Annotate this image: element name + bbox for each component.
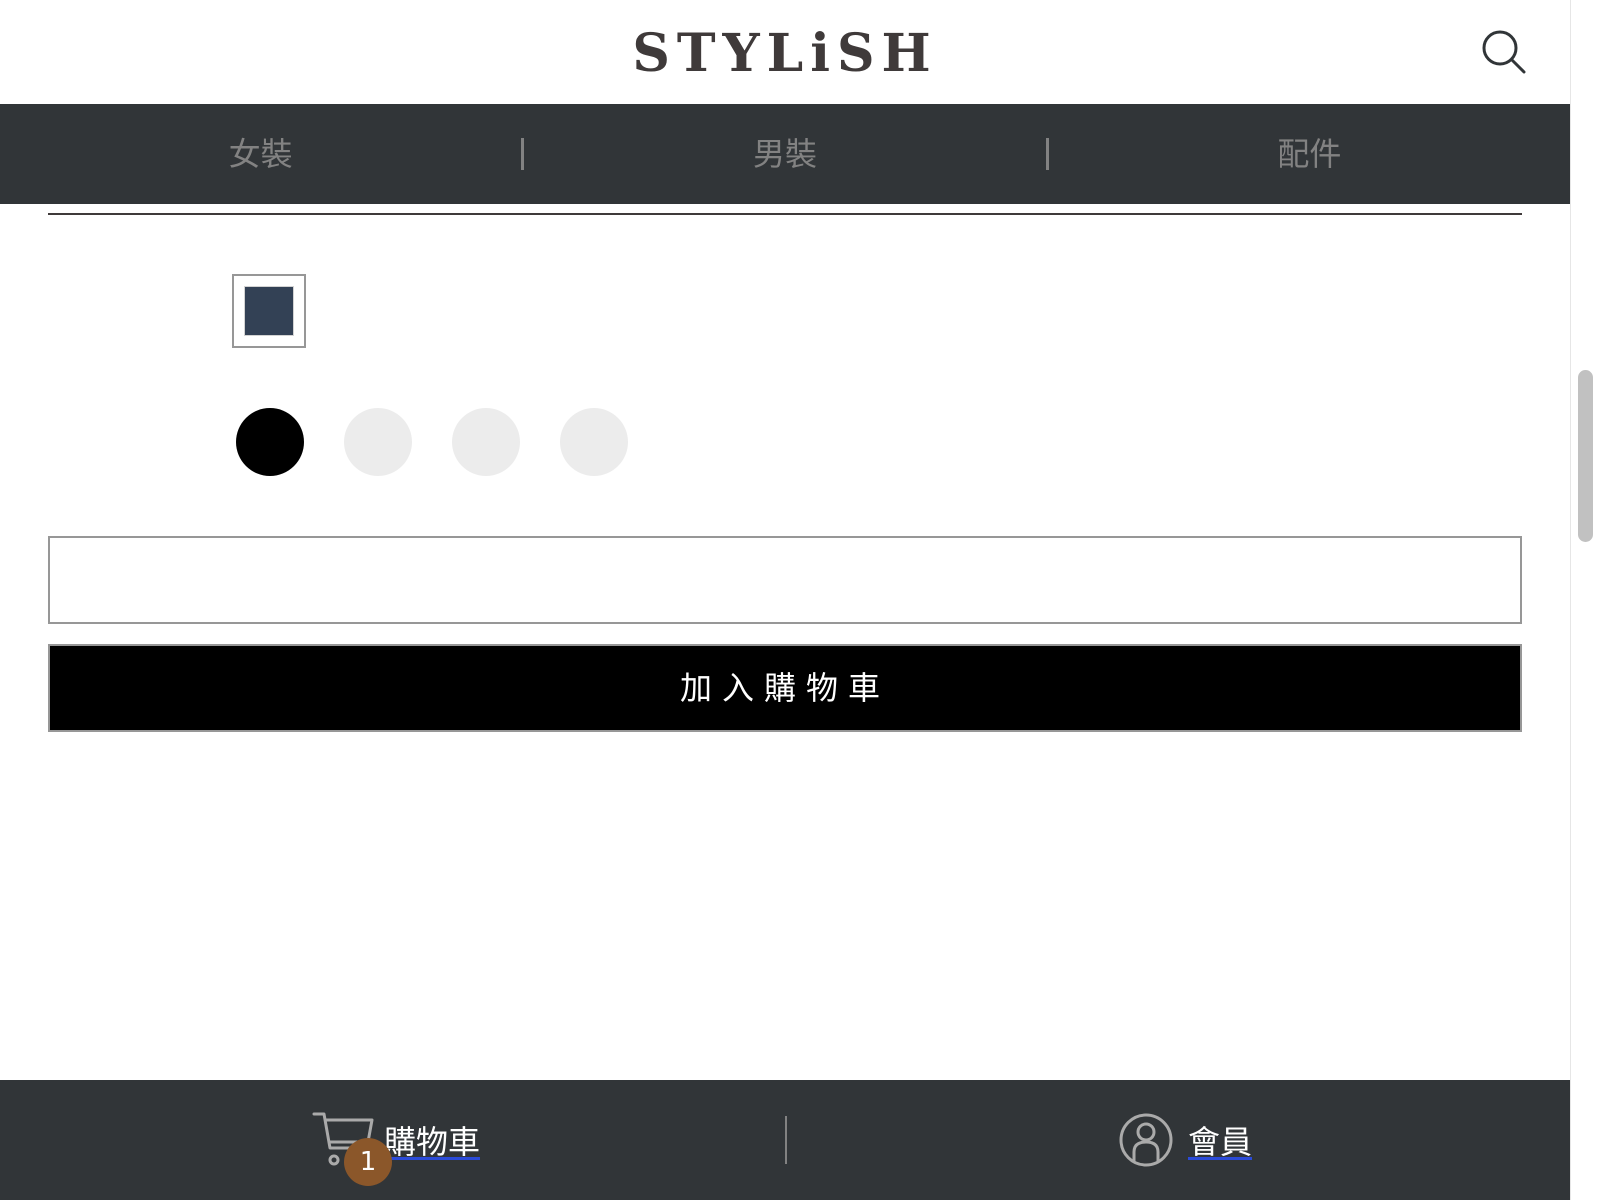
search-icon[interactable] — [1480, 28, 1528, 76]
size-option[interactable] — [344, 408, 412, 476]
member-icon — [1119, 1113, 1173, 1167]
size-option[interactable] — [236, 408, 304, 476]
color-swatch — [244, 286, 294, 336]
cart-count-badge: 1 — [344, 1138, 392, 1186]
content-divider — [48, 213, 1522, 215]
color-option-selected[interactable] — [232, 274, 306, 348]
quantity-input[interactable] — [48, 536, 1522, 624]
viewport: STYLiSH 女裝 男裝 配件 加入購物車 1 購物車 會員 — [0, 0, 1570, 1200]
bottom-bar-separator — [785, 1116, 787, 1164]
add-to-cart-button[interactable]: 加入購物車 — [48, 644, 1522, 732]
page: STYLiSH 女裝 男裝 配件 加入購物車 1 購物車 會員 — [0, 0, 1600, 1200]
size-option[interactable] — [560, 408, 628, 476]
scrollbar-thumb[interactable] — [1578, 370, 1593, 542]
stylish-logo[interactable]: STYLiSH — [0, 24, 1570, 84]
category-accessories[interactable]: 配件 — [1049, 104, 1570, 204]
cart-link[interactable]: 1 購物車 — [312, 1108, 480, 1186]
size-options — [236, 408, 668, 476]
size-option[interactable] — [452, 408, 520, 476]
bottom-bar: 1 購物車 會員 — [0, 1080, 1570, 1200]
site-header: STYLiSH — [0, 0, 1570, 104]
category-men[interactable]: 男裝 — [524, 104, 1045, 204]
category-women[interactable]: 女裝 — [0, 104, 521, 204]
member-label[interactable]: 會員 — [1188, 1117, 1252, 1163]
cart-label[interactable]: 購物車 — [384, 1117, 480, 1163]
member-link[interactable]: 會員 — [1118, 1108, 1252, 1172]
scrollbar-track[interactable] — [1570, 0, 1600, 1200]
cart-icon-wrapper: 1 — [312, 1108, 392, 1186]
category-nav: 女裝 男裝 配件 — [0, 104, 1570, 204]
